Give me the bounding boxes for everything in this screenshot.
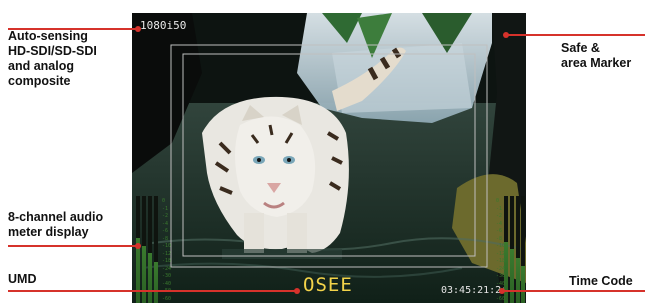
audio-meter-level bbox=[521, 266, 525, 303]
audio-scale-label: -24 bbox=[496, 265, 506, 272]
audio-meter-level bbox=[148, 253, 152, 303]
callout-audio-dot bbox=[135, 243, 141, 249]
monitor-screen: 1080i50 OSEE 03:45:21:24 0 -1 -2 -4 -6 -8 -10-… bbox=[132, 13, 526, 303]
audio-scale-label: -12 bbox=[162, 250, 172, 257]
callout-timecode-label: Time Code bbox=[569, 274, 633, 288]
callout-umd-label: UMD bbox=[8, 272, 37, 286]
audio-meter bbox=[516, 196, 520, 303]
audio-scale-label: -4 bbox=[496, 220, 503, 227]
callout-timecode-leader bbox=[503, 290, 645, 292]
audio-scale-label: -12 bbox=[496, 250, 506, 257]
callout-audio-label: 8-channel audio meter display bbox=[8, 210, 104, 239]
audio-scale-label: -30 bbox=[162, 273, 172, 279]
audio-scale-label: 0 bbox=[496, 198, 500, 204]
audio-scale-label: -6 bbox=[496, 228, 503, 234]
audio-scale-label: -2 bbox=[162, 213, 169, 219]
callout-timecode-dot bbox=[499, 288, 505, 294]
audio-meter-level bbox=[154, 262, 158, 303]
audio-meter bbox=[148, 196, 152, 303]
audio-meter bbox=[504, 196, 508, 303]
audio-meter bbox=[154, 196, 158, 303]
audio-scale-label: -18 bbox=[496, 258, 506, 264]
audio-meter bbox=[142, 196, 146, 303]
audio-scale-label: -2 bbox=[496, 213, 503, 219]
audio-scale-label: -60 bbox=[162, 295, 172, 302]
format-readout: 1080i50 bbox=[140, 19, 187, 32]
callout-input-dot bbox=[135, 26, 141, 32]
callout-safe-leader bbox=[507, 34, 645, 36]
callout-umd-leader bbox=[8, 290, 298, 292]
audio-scale-label: -4 bbox=[162, 220, 169, 227]
audio-meter-level bbox=[510, 248, 514, 303]
callout-input-leader bbox=[8, 28, 139, 30]
audio-scale-label: -40 bbox=[162, 280, 172, 287]
audio-scale-label: -1 bbox=[162, 205, 169, 212]
audio-meter bbox=[521, 196, 525, 303]
audio-meter bbox=[510, 196, 514, 303]
callout-safe-dot bbox=[503, 32, 509, 38]
audio-meter bbox=[136, 196, 140, 303]
callout-safe-label: Safe & area Marker bbox=[561, 41, 632, 70]
callout-input-label: Auto-sensing HD-SDI/SD-SDI and analog co… bbox=[8, 29, 97, 88]
audio-scale-label: -60 bbox=[496, 295, 506, 302]
audio-scale-label: -40 bbox=[496, 280, 506, 287]
audio-scale-label: -24 bbox=[162, 265, 172, 272]
audio-scale-label: 0 bbox=[162, 198, 166, 204]
audio-scale-label: -8 bbox=[162, 235, 169, 242]
audio-scale-label: -1 bbox=[496, 205, 503, 212]
audio-scale-label: -10 bbox=[162, 243, 172, 249]
umd-display: OSEE bbox=[303, 274, 353, 296]
callout-umd-dot bbox=[294, 288, 300, 294]
callout-audio-leader bbox=[8, 245, 139, 247]
audio-scale-label: -10 bbox=[496, 243, 506, 249]
tiger-video-image bbox=[132, 13, 526, 303]
audio-scale-label: -18 bbox=[162, 258, 172, 264]
audio-meter-level bbox=[142, 245, 146, 303]
audio-scale-label: -6 bbox=[162, 228, 169, 234]
audio-scale-label: -30 bbox=[496, 273, 506, 279]
audio-scale-label: -8 bbox=[496, 235, 503, 242]
audio-meter-level bbox=[516, 257, 520, 303]
